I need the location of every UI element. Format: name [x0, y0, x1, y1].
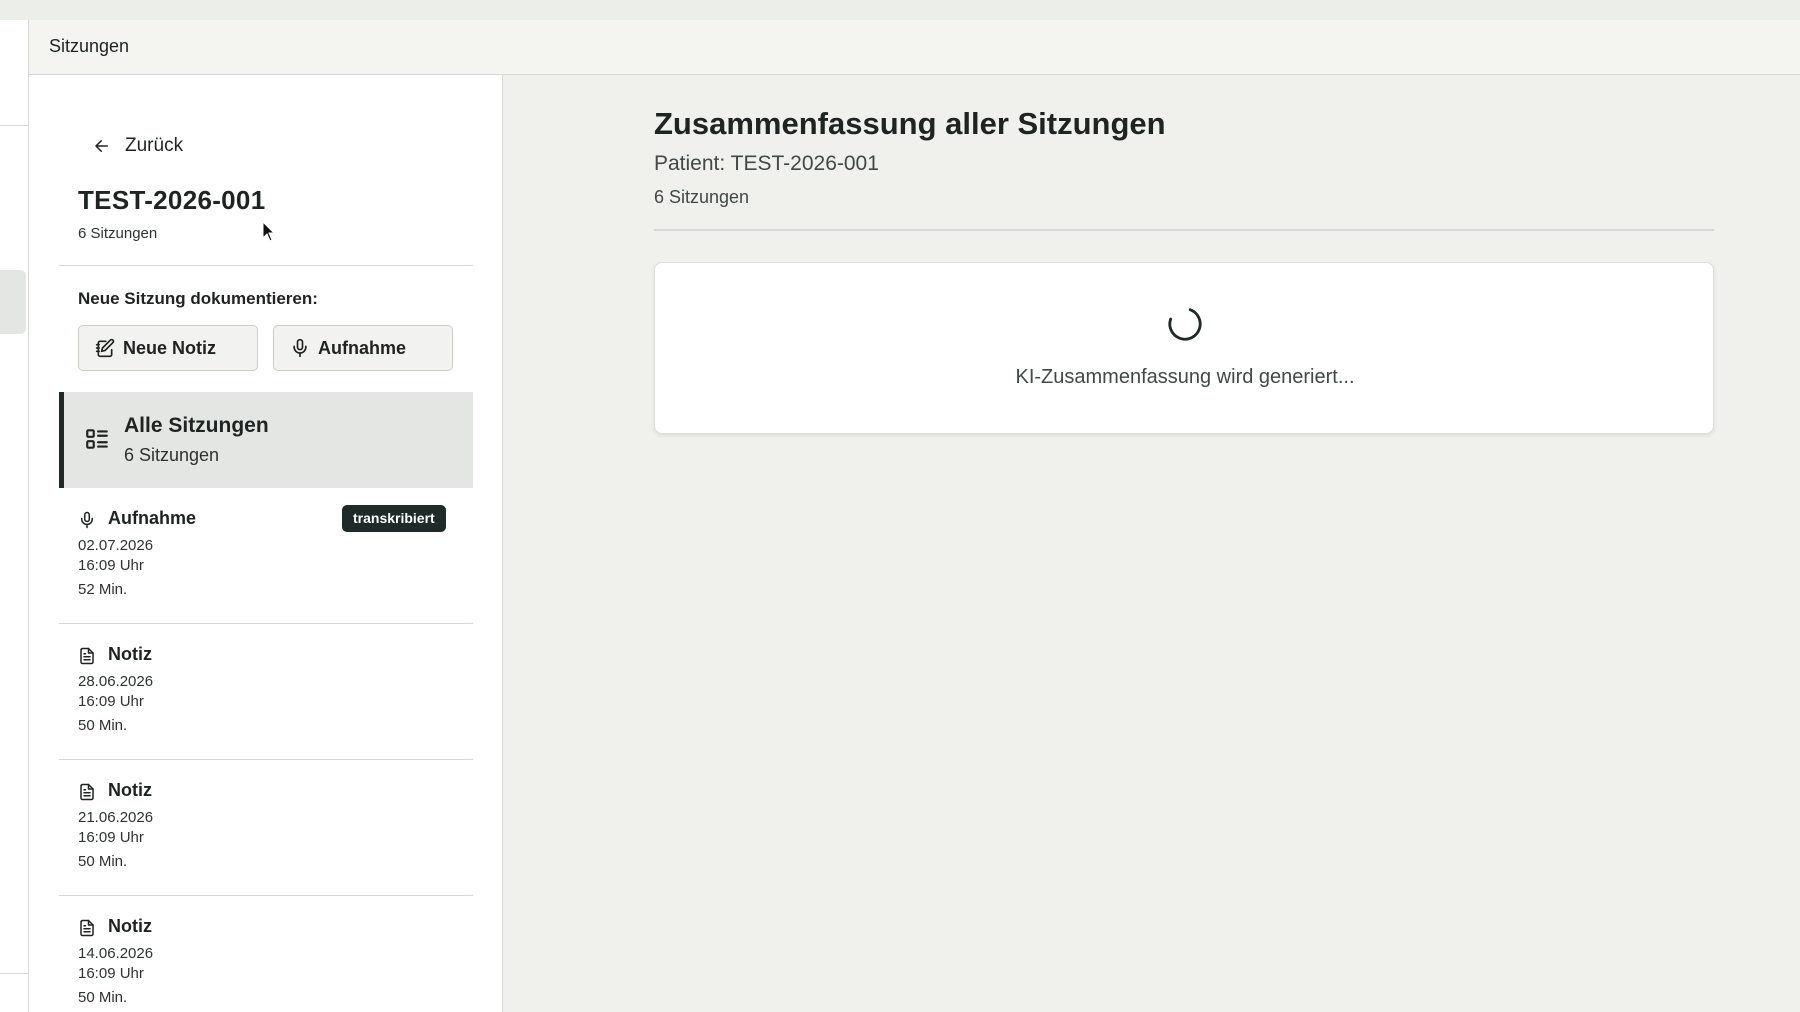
patient-label: Patient: TEST-2026-001 [654, 152, 879, 175]
nav-rail-active-item[interactable] [0, 270, 26, 334]
document-icon [80, 919, 94, 937]
all-sessions-title: Alle Sitzungen [124, 414, 269, 437]
list-icon [86, 429, 108, 449]
session-type: Aufnahme [108, 508, 197, 528]
session-duration: 50 Min. [78, 853, 128, 870]
session-sidebar: Zurück TEST-2026-001 6 Sitzungen Neue Si… [29, 75, 503, 1012]
session-date: 21.06.2026 [78, 809, 154, 826]
patient-id: TEST-2026-001 [78, 185, 266, 215]
nav-rail-divider [0, 125, 28, 126]
session-date: 28.06.2026 [78, 673, 154, 690]
header-title: Sitzungen [49, 36, 130, 56]
nav-rail-divider [0, 973, 28, 974]
session-type: Notiz [108, 780, 152, 800]
document-icon [80, 647, 94, 665]
note-edit-icon [95, 338, 115, 358]
status-badge: transkribiert [342, 505, 446, 532]
page-header: Sitzungen [29, 20, 1800, 75]
patient-session-count: 6 Sitzungen [78, 225, 158, 242]
sidebar-divider [59, 265, 473, 266]
record-label: Aufnahme [318, 337, 407, 358]
session-item[interactable]: Notiz 14.06.2026 16:09 Uhr 50 Min. [59, 896, 473, 1012]
session-time: 16:09 Uhr [78, 693, 144, 710]
session-item[interactable]: Notiz 28.06.2026 16:09 Uhr 50 Min. [59, 624, 473, 760]
summary-session-count: 6 Sitzungen [654, 187, 750, 207]
new-session-label: Neue Sitzung dokumentieren: [78, 289, 318, 308]
all-sessions-subtitle: 6 Sitzungen [124, 445, 220, 465]
page-title: Zusammenfassung aller Sitzungen [654, 106, 1166, 141]
arrow-left-icon [95, 140, 108, 152]
new-note-button[interactable]: Neue Notiz [78, 325, 258, 371]
back-button[interactable]: Zurück [93, 135, 183, 157]
session-type: Notiz [108, 916, 152, 936]
document-icon [80, 783, 94, 801]
session-duration: 52 Min. [78, 581, 128, 598]
summary-divider [654, 229, 1714, 231]
session-time: 16:09 Uhr [78, 557, 144, 574]
session-type: Notiz [108, 644, 152, 664]
mic-icon [293, 338, 307, 358]
session-duration: 50 Min. [78, 989, 128, 1006]
session-date: 14.06.2026 [78, 945, 154, 962]
window-top-strip [0, 0, 1800, 20]
summary-card: KI-Zusammenfassung wird generiert... [654, 262, 1714, 434]
new-note-label: Neue Notiz [123, 337, 217, 358]
all-sessions-item[interactable]: Alle Sitzungen 6 Sitzungen [59, 392, 473, 488]
mic-icon [81, 511, 93, 529]
back-label: Zurück [125, 135, 184, 156]
loading-spinner-icon [1168, 307, 1202, 341]
app-nav-rail [0, 20, 29, 1012]
session-time: 16:09 Uhr [78, 965, 144, 982]
loading-message: KI-Zusammenfassung wird generiert... [1015, 366, 1355, 388]
session-date: 02.07.2026 [78, 537, 154, 554]
session-item[interactable]: Notiz 21.06.2026 16:09 Uhr 50 Min. [59, 760, 473, 896]
session-duration: 50 Min. [78, 717, 128, 734]
session-time: 16:09 Uhr [78, 829, 144, 846]
session-item[interactable]: Aufnahme transkribiert 02.07.2026 16:09 … [59, 488, 473, 624]
record-button[interactable]: Aufnahme [273, 325, 453, 371]
mouse-cursor-icon [262, 221, 276, 242]
